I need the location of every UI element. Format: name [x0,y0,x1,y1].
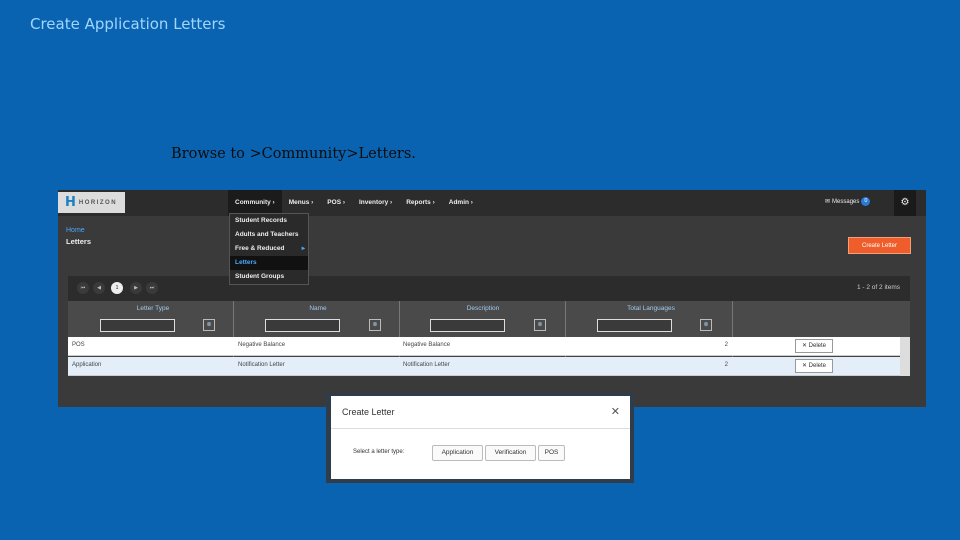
page-title: Letters [66,237,92,246]
menu-item-student-records[interactable]: Student Records [230,214,308,228]
create-letter-button[interactable]: Create Letter [848,237,911,254]
delete-button[interactable]: ✕ Delete [795,359,833,373]
next-page-button[interactable]: ▶ [130,282,142,294]
cell-name: Negative Balance [238,342,286,348]
column-header[interactable]: Letter Type [98,305,208,312]
menu-item-label: Letters [235,259,257,266]
last-page-button[interactable]: ⏭ [146,282,158,294]
pager: ⏮ ◀ 1 ▶ ⏭ 1 - 2 of 2 items [68,276,910,301]
menu-item-letters[interactable]: Letters [230,256,308,270]
menu-item-adults-teachers[interactable]: Adults and Teachers [230,228,308,242]
delete-button[interactable]: ✕ Delete [795,339,833,353]
cell-total-languages: 2 [724,342,728,348]
menu-item-student-groups[interactable]: Student Groups [230,270,308,284]
nav-reports[interactable]: Reports › [399,190,442,216]
nav-pos[interactable]: POS › [320,190,352,216]
community-dropdown-menu: Student Records Adults and Teachers Free… [229,213,309,285]
column-header[interactable]: Name [263,305,373,312]
menu-item-label: Student Records [235,217,288,224]
scrollbar[interactable] [900,337,910,376]
table-row[interactable]: POS Negative Balance Negative Balance 2 … [68,337,900,356]
filter-input[interactable] [430,319,505,332]
prev-page-button[interactable]: ◀ [93,282,105,294]
modal-header: Create Letter ✕ [331,396,630,429]
menu-item-label: Student Groups [235,273,285,280]
breadcrumb-home[interactable]: Home [66,227,85,234]
filter-input[interactable] [100,319,175,332]
app-screenshot: H HORIZON Community › Menus › POS › Inve… [58,190,926,407]
cell-description: Negative Balance [403,342,451,348]
pos-option-button[interactable]: POS [538,445,565,461]
slide-title: Create Application Letters [30,15,226,33]
menu-item-label: Free & Reduced [235,245,285,252]
verification-option-button[interactable]: Verification [485,445,536,461]
filter-icon[interactable]: ⊗ [534,319,546,331]
create-letter-modal: Create Letter ✕ Select a letter type: Ap… [331,396,630,479]
messages-label: Messages [832,198,860,205]
gear-icon[interactable]: ⚙ [894,190,916,216]
filter-icon[interactable]: ⊗ [203,319,215,331]
application-option-button[interactable]: Application [432,445,483,461]
table-row[interactable]: Application Notification Letter Notifica… [68,357,900,376]
filter-input[interactable] [597,319,672,332]
cell-total-languages: 2 [724,362,728,368]
horizon-logo[interactable]: H HORIZON [58,192,125,213]
items-count: 1 - 2 of 2 items [857,284,900,291]
page-1-button[interactable]: 1 [111,282,123,294]
menu-item-label: Adults and Teachers [235,231,299,238]
cell-letter-type: Application [72,362,102,368]
slide-caption: Browse to >Community>Letters. [171,146,416,162]
cell-name: Notification Letter [238,362,285,368]
menu-item-free-reduced[interactable]: Free & Reduced ▸ [230,242,308,256]
logo-text: HORIZON [78,199,118,206]
filter-icon[interactable]: ⊗ [700,319,712,331]
messages-count-badge: 0 [861,197,871,206]
cell-letter-type: POS [72,342,85,348]
messages-link[interactable]: ✉ Messages 0 [825,197,871,206]
cell-description: Notification Letter [403,362,450,368]
column-header[interactable]: Total Languages [596,305,706,312]
letters-grid: ⏮ ◀ 1 ▶ ⏭ 1 - 2 of 2 items Letter Type N… [68,276,910,376]
filter-input[interactable] [265,319,340,332]
chevron-right-icon: ▸ [301,245,305,252]
top-nav-bar: H HORIZON Community › Menus › POS › Inve… [58,190,926,216]
logo-letter: H [65,195,76,210]
table-header: Letter Type Name Description Total Langu… [68,301,910,337]
nav-inventory[interactable]: Inventory › [352,190,399,216]
filter-icon[interactable]: ⊗ [369,319,381,331]
envelope-icon: ✉ [825,199,831,205]
modal-title: Create Letter [342,407,395,417]
nav-admin[interactable]: Admin › [442,190,480,216]
column-header[interactable]: Description [428,305,538,312]
letter-type-prompt: Select a letter type: [353,449,405,455]
first-page-button[interactable]: ⏮ [77,282,89,294]
close-icon[interactable]: ✕ [611,405,620,418]
